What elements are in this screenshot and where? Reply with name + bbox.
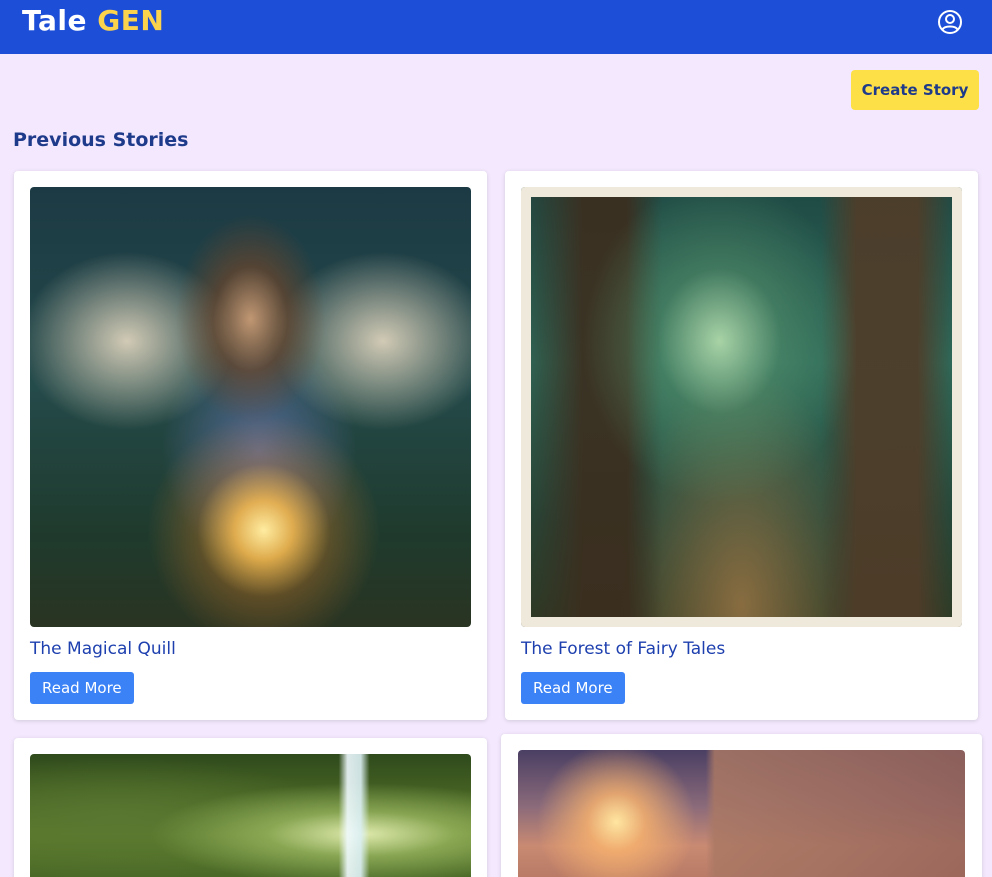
story-title[interactable]: The Forest of Fairy Tales: [521, 637, 725, 661]
user-circle-icon[interactable]: [936, 8, 964, 36]
brand-word-gen: GEN: [97, 4, 165, 37]
create-story-button[interactable]: Create Story: [851, 70, 979, 110]
story-card: The Forest of Fairy Tales Read More: [505, 171, 978, 720]
brand-word-tale: Tale: [22, 4, 87, 37]
story-cover-frame: [521, 187, 962, 627]
story-cover-image[interactable]: [30, 754, 471, 877]
read-more-button[interactable]: Read More: [521, 672, 625, 704]
story-card: The Magical Quill Read More: [14, 171, 487, 720]
story-card: [501, 734, 982, 877]
brand-logo[interactable]: Tale GEN: [22, 3, 164, 39]
story-cover-image[interactable]: [30, 187, 471, 627]
top-navbar: Tale GEN: [0, 0, 992, 54]
story-title[interactable]: The Magical Quill: [30, 637, 176, 661]
story-cover-image[interactable]: [518, 750, 965, 877]
read-more-button[interactable]: Read More: [30, 672, 134, 704]
story-card: [14, 738, 487, 877]
section-title: Previous Stories: [13, 129, 189, 151]
